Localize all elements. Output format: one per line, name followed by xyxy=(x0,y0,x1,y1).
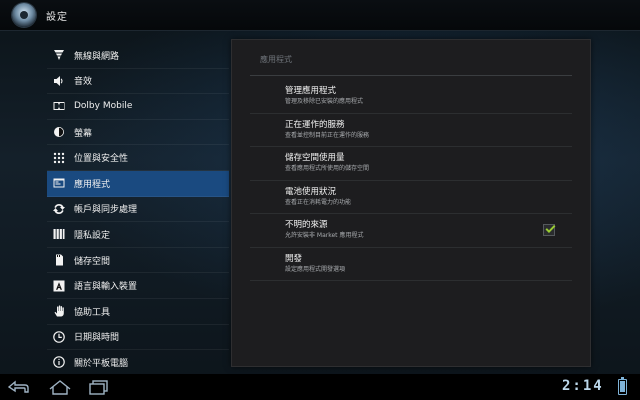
sidebar-item-label: 螢幕 xyxy=(74,128,93,139)
back-button[interactable] xyxy=(7,378,30,396)
sidebar-item-label: Dolby Mobile xyxy=(74,101,133,112)
panel-header: 應用程式 xyxy=(260,55,292,64)
list-item-subtitle: 查看應用程式所使用的儲存空間 xyxy=(285,165,370,172)
sidebar-item-label: 隱私設定 xyxy=(74,230,111,241)
sidebar-item-location-security[interactable]: 位置與安全性 xyxy=(47,145,229,171)
applications-settings-list: 管理應用程式 管理及移除已安裝的應用程式 正在運作的服務 查看並控制目前正在運作… xyxy=(250,80,572,281)
checkmark-icon xyxy=(545,225,556,233)
sync-icon xyxy=(52,202,66,216)
list-item-title: 不明的來源 xyxy=(285,220,328,230)
sidebar-item-wireless[interactable]: 無線與網路 xyxy=(47,43,229,69)
storage-use-item[interactable]: 儲存空間使用量 查看應用程式所使用的儲存空間 xyxy=(250,147,572,181)
battery-use-item[interactable]: 電池使用狀況 查看正在消耗電力的功能 xyxy=(250,181,572,214)
sidebar-item-label: 應用程式 xyxy=(74,179,111,190)
list-item-subtitle: 查看並控制目前正在運作的服務 xyxy=(285,131,370,139)
sidebar-item-dolby[interactable]: Dolby Mobile xyxy=(47,94,229,120)
action-bar: 設定 xyxy=(0,0,640,31)
apps-icon xyxy=(52,176,66,190)
sidebar-item-privacy[interactable]: 隱私設定 xyxy=(47,222,229,248)
sidebar-item-label: 音效 xyxy=(74,77,93,88)
status-clock: 2:14 xyxy=(562,378,604,394)
list-item-title: 儲存空間使用量 xyxy=(285,153,345,163)
sidebar-item-storage[interactable]: 儲存空間 xyxy=(47,248,229,274)
app-title: 設定 xyxy=(46,12,68,23)
info-icon xyxy=(52,355,66,369)
sidebar-item-label: 語言與輸入裝置 xyxy=(74,282,138,293)
sidebar-item-label: 無線與網路 xyxy=(74,51,120,62)
storage-icon xyxy=(52,253,66,267)
location-grid-icon xyxy=(52,151,66,165)
recent-apps-button[interactable] xyxy=(88,378,110,396)
privacy-icon xyxy=(52,227,66,241)
running-services-item[interactable]: 正在運作的服務 查看並控制目前正在運作的服務 xyxy=(250,114,572,147)
dolby-icon xyxy=(52,99,66,113)
list-item-subtitle: 查看正在消耗電力的功能 xyxy=(285,198,352,206)
sidebar-item-date-time[interactable]: 日期與時間 xyxy=(47,325,229,351)
list-item-title: 正在運作的服務 xyxy=(285,119,345,130)
sidebar-item-applications[interactable]: 應用程式 xyxy=(47,170,229,197)
sidebar-item-sound[interactable]: 音效 xyxy=(47,69,229,95)
applications-panel: 應用程式 管理應用程式 管理及移除已安裝的應用程式 正在運作的服務 查看並控制目… xyxy=(231,39,591,367)
list-item-subtitle: 管理及移除已安裝的應用程式 xyxy=(285,98,364,105)
unknown-sources-checkbox[interactable] xyxy=(543,224,556,236)
sidebar-item-label: 日期與時間 xyxy=(74,333,120,344)
list-item-title: 電池使用狀況 xyxy=(285,186,337,197)
sidebar-item-accessibility[interactable]: 協助工具 xyxy=(47,299,229,325)
development-item[interactable]: 開發 設定應用程式開發選項 xyxy=(250,248,572,281)
back-arrow-icon xyxy=(7,380,29,393)
settings-app-icon[interactable] xyxy=(12,3,36,27)
sidebar-item-language-input[interactable]: 語言與輸入裝置 xyxy=(47,273,229,299)
home-button[interactable] xyxy=(48,378,72,396)
list-item-title: 管理應用程式 xyxy=(285,86,337,96)
accessibility-hand-icon xyxy=(52,304,66,318)
system-navigation-bar: 2:14 xyxy=(0,374,640,400)
sidebar-item-label: 儲存空間 xyxy=(74,256,111,267)
sidebar-item-about-tablet[interactable]: 關於平板電腦 xyxy=(47,350,229,376)
battery-icon xyxy=(618,377,627,395)
list-item-subtitle: 設定應用程式開發選項 xyxy=(285,265,346,273)
sidebar-item-label: 位置與安全性 xyxy=(74,154,129,165)
settings-sidebar: 無線與網路 音效 Dolby Mobile 螢幕 位置與安全性 應用程式 帳戶與… xyxy=(47,43,229,376)
speaker-icon xyxy=(52,74,66,88)
recent-apps-icon xyxy=(89,380,108,395)
list-item-title: 開發 xyxy=(285,253,303,264)
clock-icon xyxy=(52,330,66,344)
wireless-icon xyxy=(52,48,66,62)
language-icon xyxy=(52,279,66,293)
sidebar-item-display[interactable]: 螢幕 xyxy=(47,120,229,146)
list-item-subtitle: 允許安裝非 Market 應用程式 xyxy=(285,232,364,239)
manage-applications-item[interactable]: 管理應用程式 管理及移除已安裝的應用程式 xyxy=(250,80,572,114)
sidebar-item-label: 帳戶與同步處理 xyxy=(74,205,138,216)
home-icon xyxy=(49,380,71,395)
brightness-icon xyxy=(52,125,66,139)
divider xyxy=(250,75,572,76)
sidebar-item-label: 關於平板電腦 xyxy=(74,358,129,369)
unknown-sources-item[interactable]: 不明的來源 允許安裝非 Market 應用程式 xyxy=(250,214,572,248)
sidebar-item-label: 協助工具 xyxy=(74,307,111,318)
sidebar-item-accounts-sync[interactable]: 帳戶與同步處理 xyxy=(47,197,229,223)
